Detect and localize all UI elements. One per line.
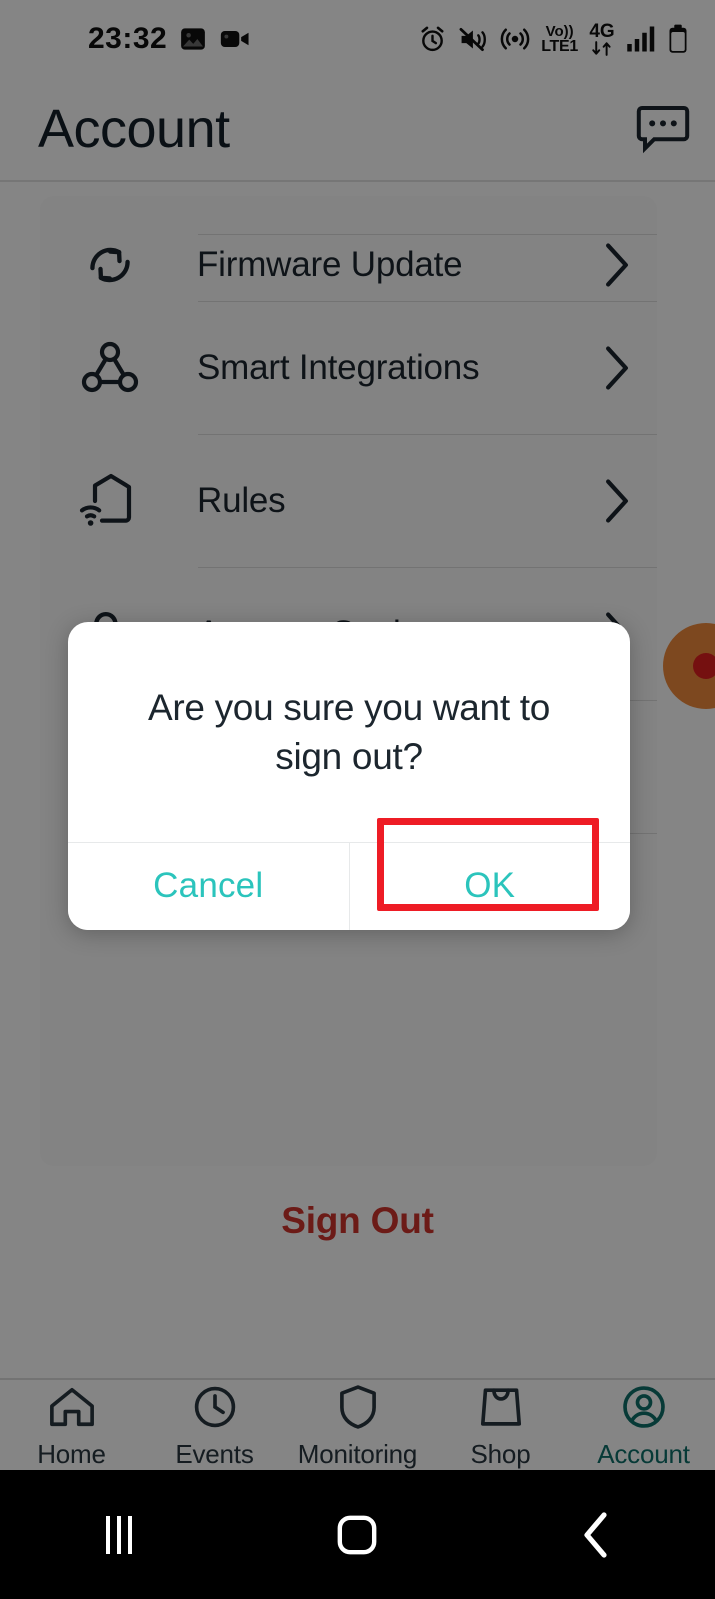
phone-screen: 23:32 Vo)) LTE1 4G Account Firmware Upda… bbox=[0, 0, 715, 1599]
back-chevron-icon bbox=[584, 1511, 607, 1558]
system-navigation-bar bbox=[0, 1470, 715, 1599]
home-button[interactable] bbox=[238, 1514, 476, 1556]
ok-button[interactable]: OK bbox=[349, 842, 630, 930]
dialog-actions: Cancel OK bbox=[68, 841, 630, 930]
dialog-message: Are you sure you want to sign out? bbox=[147, 687, 551, 777]
sign-out-confirm-dialog: Are you sure you want to sign out? Cance… bbox=[68, 622, 630, 930]
recents-button[interactable] bbox=[0, 1515, 238, 1554]
cancel-button[interactable]: Cancel bbox=[68, 842, 349, 930]
home-square-icon bbox=[338, 1515, 377, 1554]
back-button[interactable] bbox=[477, 1511, 715, 1559]
recents-icon bbox=[106, 1515, 133, 1554]
